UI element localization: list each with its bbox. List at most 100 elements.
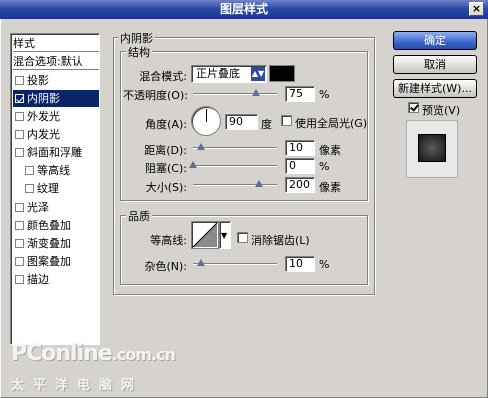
noise-slider[interactable] [193, 259, 277, 266]
anti-alias-label: 消除锯齿(L) [251, 234, 310, 247]
choke-input[interactable]: 0 [285, 158, 315, 174]
checkbox-icon[interactable] [15, 257, 24, 266]
list-item-drop-shadow[interactable]: 投影 [13, 72, 99, 89]
choke-label: 阻塞(C): [145, 162, 187, 175]
list-item-label: 内阴影 [27, 92, 60, 105]
angle-dial[interactable] [191, 106, 221, 136]
close-icon: × [471, 2, 482, 15]
distance-input[interactable]: 10 [285, 140, 315, 156]
list-item-label: 描边 [27, 273, 49, 286]
size-slider[interactable] [193, 180, 277, 187]
contour-picker[interactable] [191, 221, 219, 249]
checkbox-icon[interactable] [15, 130, 24, 139]
size-unit: 像素 [319, 181, 341, 194]
window-title: 图层样式 [219, 2, 268, 16]
checkbox-icon[interactable] [15, 221, 24, 230]
distance-slider[interactable] [193, 143, 277, 150]
preview-label: 预览(V) [422, 104, 461, 117]
structure-group-title: 结构 [126, 44, 152, 60]
blend-mode-label: 混合模式: [139, 70, 187, 83]
anti-alias-checkbox[interactable] [237, 232, 248, 243]
list-item-inner-glow[interactable]: 内发光 [13, 126, 99, 143]
watermark-domain: .com.cn [111, 345, 176, 364]
list-item-color-overlay[interactable]: 颜色叠加 [13, 217, 99, 234]
list-item-label: 渐变叠加 [27, 237, 71, 250]
list-item-inner-shadow[interactable]: 内阴影 [13, 90, 99, 107]
list-item-label: 纹理 [37, 182, 59, 195]
list-item-label: 投影 [27, 74, 49, 87]
style-list-header[interactable]: 样式 [13, 35, 99, 52]
dropdown-arrow-icon[interactable]: ▲▼ [251, 67, 265, 81]
distance-slider-thumb[interactable] [197, 143, 205, 150]
list-item-bevel-emboss[interactable]: 斜面和浮雕 [13, 144, 99, 161]
choke-slider[interactable] [189, 161, 277, 168]
size-label: 大小(S): [145, 181, 187, 194]
list-item-label: 外发光 [27, 110, 60, 123]
angle-input[interactable]: 90 [225, 114, 258, 130]
new-style-button[interactable]: 新建样式(W)... [393, 79, 477, 98]
checkbox-icon[interactable] [15, 76, 24, 85]
quality-group-title: 品质 [126, 208, 152, 224]
list-item-label: 颜色叠加 [27, 219, 71, 232]
checkbox-icon[interactable] [15, 112, 24, 121]
global-light-label: 使用全局光(G) [295, 117, 368, 130]
dropdown-arrow-icon: ▼ [221, 231, 228, 240]
noise-label: 杂色(N): [144, 260, 187, 273]
ok-button[interactable]: 确定 [393, 31, 477, 50]
opacity-slider-thumb[interactable] [252, 89, 260, 96]
choke-unit: % [319, 160, 330, 173]
quality-group [120, 215, 368, 285]
watermark-subtitle: 太平洋电脑网 [11, 378, 144, 393]
opacity-input[interactable]: 75 [285, 86, 315, 102]
blend-options-item[interactable]: 混合选项:默认 [13, 53, 99, 70]
noise-slider-thumb[interactable] [197, 259, 205, 266]
list-item-gradient-overlay[interactable]: 渐变叠加 [13, 235, 99, 252]
blend-mode-value: 正片叠底 [196, 67, 240, 80]
list-item-pattern-overlay[interactable]: 图案叠加 [13, 253, 99, 270]
contour-curve-icon [192, 222, 218, 248]
noise-input[interactable]: 10 [285, 256, 315, 272]
choke-slider-thumb[interactable] [189, 161, 197, 168]
list-item-texture[interactable]: 纹理 [13, 180, 99, 197]
checkbox-checked-icon[interactable] [15, 94, 24, 103]
angle-label: 角度(A): [145, 118, 187, 131]
checkbox-icon[interactable] [25, 184, 34, 193]
list-item-label: 等高线 [37, 164, 70, 177]
global-light-checkbox[interactable] [281, 115, 292, 126]
title-bar: 图层样式 × [0, 0, 488, 19]
opacity-label: 不透明度(O): [123, 89, 188, 102]
list-item-label: 斜面和浮雕 [27, 146, 82, 159]
checkbox-icon[interactable] [15, 203, 24, 212]
checkbox-icon[interactable] [15, 239, 24, 248]
list-item-stroke[interactable]: 描边 [13, 271, 99, 288]
preview-checkbox[interactable] [408, 102, 419, 113]
watermark-brand: PConline [11, 341, 113, 366]
angle-needle [206, 109, 207, 122]
shadow-color-swatch[interactable] [269, 65, 295, 82]
list-item-contour[interactable]: 等高线 [13, 162, 99, 179]
cancel-button[interactable]: 取消 [393, 55, 477, 74]
list-item-outer-glow[interactable]: 外发光 [13, 108, 99, 125]
size-slider-thumb[interactable] [255, 180, 263, 187]
noise-unit: % [319, 258, 330, 271]
list-item-label: 内发光 [27, 128, 60, 141]
style-preview-thumbnail [406, 120, 458, 178]
list-item-satin[interactable]: 光泽 [13, 199, 99, 216]
close-button[interactable]: × [469, 2, 484, 16]
checkbox-icon[interactable] [15, 275, 24, 284]
list-item-label: 图案叠加 [27, 255, 71, 268]
distance-unit: 像素 [319, 144, 341, 157]
style-list: 样式 混合选项:默认 投影 内阴影 外发光 内发光 斜面和浮雕 等高线 纹理 光… [10, 33, 100, 345]
size-input[interactable]: 200 [285, 177, 315, 193]
preview-swatch [418, 134, 446, 162]
opacity-unit: % [319, 88, 330, 101]
opacity-slider[interactable] [193, 89, 277, 96]
contour-label: 等高线: [150, 234, 187, 247]
contour-dropdown[interactable]: ▼ [219, 221, 231, 249]
checkbox-icon[interactable] [25, 166, 34, 175]
blend-mode-select[interactable]: 正片叠底 ▲▼ [191, 65, 267, 83]
angle-unit: 度 [261, 118, 272, 131]
checkbox-icon[interactable] [15, 148, 24, 157]
layer-style-dialog: 样式 混合选项:默认 投影 内阴影 外发光 内发光 斜面和浮雕 等高线 纹理 光… [0, 19, 488, 398]
distance-label: 距离(D): [144, 144, 187, 157]
